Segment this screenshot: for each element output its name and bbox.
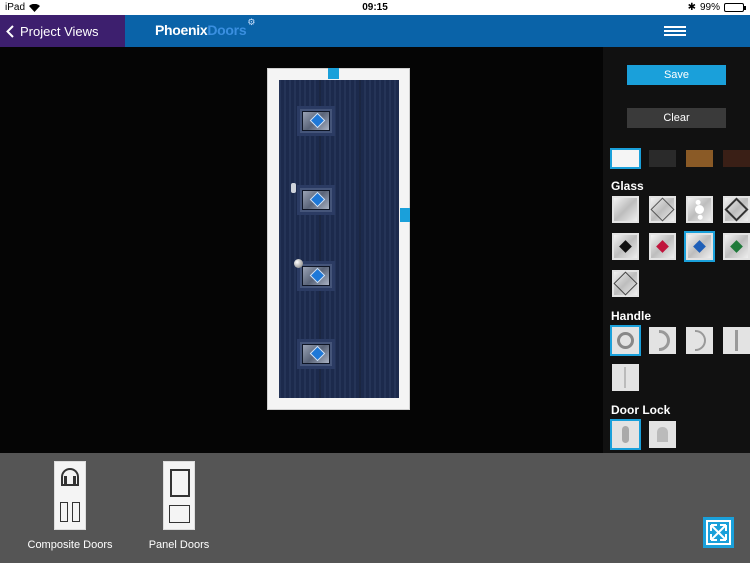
glass-option-plain[interactable] xyxy=(612,196,639,223)
glass-options xyxy=(612,196,750,297)
panel-door-icon xyxy=(163,461,195,530)
brand-logo: Phoenix Doors ⚙ xyxy=(155,17,255,38)
fullscreen-icon[interactable] xyxy=(703,517,734,548)
lock-option-oval-lock[interactable] xyxy=(610,419,641,450)
glass-panel[interactable] xyxy=(297,261,335,291)
door-knob xyxy=(294,259,303,268)
status-right: ✱ 99% xyxy=(687,2,746,13)
chevron-left-icon xyxy=(6,24,14,38)
color-swatches xyxy=(610,148,750,169)
handle-option-round-handle[interactable] xyxy=(610,325,641,356)
door-leaf[interactable] xyxy=(279,80,399,398)
door-type-bar: Composite Doors Panel Doors xyxy=(0,453,750,563)
cogs-icon: ⚙ xyxy=(247,17,256,27)
back-button[interactable]: Project Views xyxy=(0,15,125,47)
battery-percent: 99% xyxy=(699,2,720,13)
door-type-label: Composite Doors xyxy=(27,539,113,551)
menu-icon[interactable] xyxy=(664,26,686,36)
bluetooth-icon: ✱ xyxy=(687,2,696,13)
glass-option-black-diamond[interactable] xyxy=(612,233,639,260)
frame-side-handle[interactable] xyxy=(400,208,410,222)
handle-option-bar-handle[interactable] xyxy=(723,327,750,354)
glass-heading: Glass xyxy=(611,179,644,193)
brand-primary: Phoenix xyxy=(155,22,208,38)
door-lock xyxy=(291,183,296,193)
lock-option-keyhole-lock[interactable] xyxy=(649,421,676,448)
glass-option-leaded[interactable] xyxy=(612,270,639,297)
composite-door-icon xyxy=(54,461,86,530)
color-swatch[interactable] xyxy=(686,150,713,167)
glass-option-green-diamond[interactable] xyxy=(723,233,750,260)
door-type-label: Panel Doors xyxy=(148,539,210,551)
nav-bar: Project Views Phoenix Doors ⚙ xyxy=(0,15,750,47)
color-swatch[interactable] xyxy=(610,148,641,169)
glass-panel[interactable] xyxy=(297,106,335,136)
color-swatch[interactable] xyxy=(723,150,750,167)
battery-icon xyxy=(724,3,746,12)
glass-panel[interactable] xyxy=(297,339,335,369)
handle-option-curved-handle[interactable] xyxy=(686,327,713,354)
glass-option-blue-diamond[interactable] xyxy=(684,231,715,262)
frame-top-handle[interactable] xyxy=(328,68,339,79)
door-groove xyxy=(359,80,361,398)
door-canvas xyxy=(0,47,603,453)
door-type-composite[interactable]: Composite Doors xyxy=(24,461,116,551)
glass-option-diamond-clear[interactable] xyxy=(649,196,676,223)
glass-option-diamond-frame[interactable] xyxy=(723,196,750,223)
handle-heading: Handle xyxy=(611,309,652,323)
status-time: 09:15 xyxy=(362,2,388,13)
glass-option-red-diamond[interactable] xyxy=(649,233,676,260)
glass-panel[interactable] xyxy=(297,185,335,215)
door-frame[interactable] xyxy=(267,68,410,410)
clear-button[interactable]: Clear xyxy=(627,108,726,128)
brand-secondary: Doors xyxy=(207,22,247,38)
lock-options xyxy=(610,419,750,450)
door-type-panel[interactable]: Panel Doors xyxy=(140,461,218,551)
status-bar: iPad 09:15 ✱ 99% xyxy=(0,0,750,15)
handle-option-flush-handle[interactable] xyxy=(612,364,639,391)
handle-option-d-handle[interactable] xyxy=(649,327,676,354)
color-swatch[interactable] xyxy=(649,150,676,167)
save-button[interactable]: Save xyxy=(627,65,726,85)
back-label: Project Views xyxy=(20,23,99,39)
glass-option-bubble[interactable] xyxy=(686,196,713,223)
options-panel: Save Clear Glass Handle Door Lock xyxy=(603,47,750,453)
handle-options xyxy=(610,325,750,391)
door-lock-heading: Door Lock xyxy=(611,403,671,417)
